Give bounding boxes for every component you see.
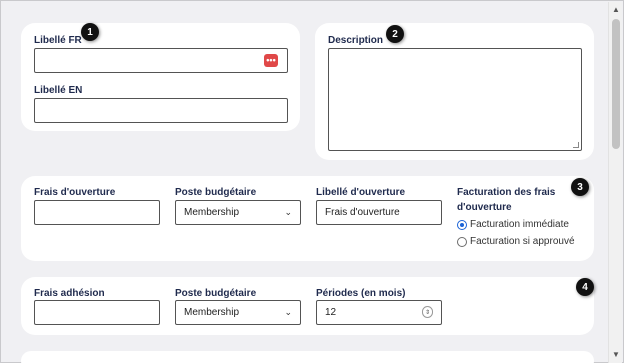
- step-badge-1: 1: [81, 23, 99, 41]
- poste-budgetaire-value-2: Membership: [184, 307, 240, 318]
- stepper-icon[interactable]: ⇕: [422, 306, 433, 318]
- radio-facturation-immediate[interactable]: Facturation immédiate: [457, 219, 569, 230]
- description-label: Description: [328, 35, 384, 46]
- radio-label: Facturation immédiate: [470, 219, 569, 230]
- scrollbar-thumb[interactable]: [612, 19, 620, 149]
- libelle-ouverture-input[interactable]: Frais d'ouverture: [316, 200, 442, 225]
- poste-budgetaire-value: Membership: [184, 207, 240, 218]
- libelle-fr-input[interactable]: [34, 48, 288, 73]
- radio-checked-icon[interactable]: [457, 219, 467, 230]
- radio-label: Facturation si approuvé: [470, 236, 575, 247]
- poste-budgetaire-select-2[interactable]: Membership ⌄: [175, 300, 301, 325]
- facturation-label-line1: Facturation des frais: [457, 187, 556, 198]
- step-badge-3: 3: [571, 178, 589, 196]
- step-badge-2: 2: [386, 25, 404, 43]
- description-textarea[interactable]: [328, 48, 582, 151]
- libelle-ouverture-label: Libellé d'ouverture: [316, 187, 406, 198]
- resize-handle-icon[interactable]: [573, 142, 579, 148]
- scroll-up-icon[interactable]: ▲: [612, 5, 620, 14]
- frais-ouverture-input[interactable]: [34, 200, 160, 225]
- chevron-down-icon: ⌄: [284, 307, 292, 317]
- step-badge-4: 4: [576, 278, 594, 296]
- periodes-label: Périodes (en mois): [316, 288, 406, 299]
- libelle-fr-label: Libellé FR: [34, 35, 82, 46]
- libelle-en-input[interactable]: [34, 98, 288, 123]
- frais-adhesion-input[interactable]: [34, 300, 160, 325]
- frais-ouverture-label: Frais d'ouverture: [34, 187, 116, 198]
- radio-unchecked-icon[interactable]: [457, 236, 467, 247]
- page-frame: 1 Libellé FR ••• Libellé EN 2 Descriptio…: [0, 0, 624, 363]
- frais-adhesion-label: Frais adhésion: [34, 288, 105, 299]
- poste-budgetaire-label-2: Poste budgétaire: [175, 288, 257, 299]
- facturation-label-line2: d'ouverture: [457, 202, 512, 213]
- libelle-en-label: Libellé EN: [34, 85, 83, 96]
- radio-facturation-si-approuve[interactable]: Facturation si approuvé: [457, 236, 575, 247]
- more-options-icon[interactable]: •••: [264, 54, 278, 67]
- poste-budgetaire-label: Poste budgétaire: [175, 187, 257, 198]
- next-card-partial: [21, 351, 594, 363]
- chevron-down-icon: ⌄: [284, 207, 292, 217]
- scroll-down-icon[interactable]: ▼: [612, 350, 620, 359]
- poste-budgetaire-select[interactable]: Membership ⌄: [175, 200, 301, 225]
- vertical-scrollbar[interactable]: ▲ ▼: [608, 2, 622, 363]
